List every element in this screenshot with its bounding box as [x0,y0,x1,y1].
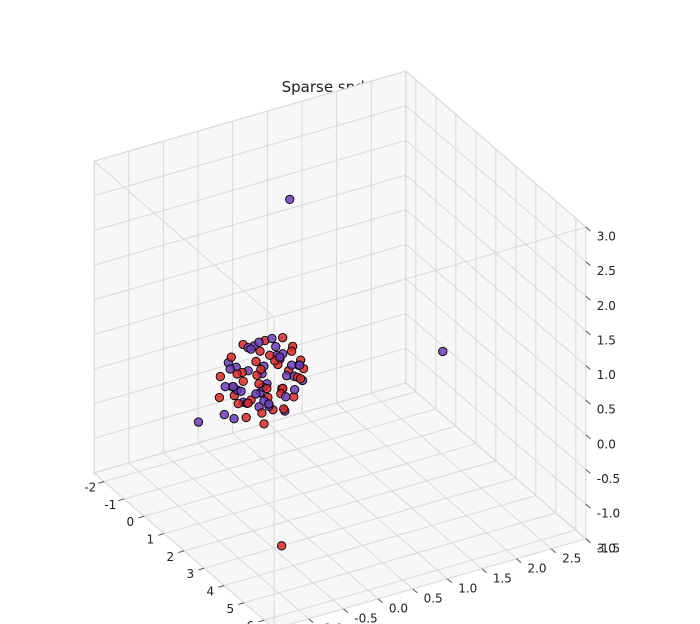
scatter-point [252,390,260,398]
scatter-point [257,365,265,373]
scatter-point [287,361,295,369]
scatter-point [237,387,245,395]
tick-label: 3.0 [597,229,616,243]
scatter-point [286,195,294,203]
scatter-point [234,399,242,407]
tick-label: 6 [246,619,254,624]
tick-label: -0.5 [354,611,377,624]
scatter-point [278,333,286,341]
scatter-point [255,338,263,346]
scatter-point [194,418,202,426]
scatter-point [266,351,274,359]
scatter-point [260,420,268,428]
scatter-point [233,370,241,378]
scatter-3d: -2 -1 012345 6 -1.5 -1.0 -0.5 0.0 0.5 1.0 1.5 2.0 2.… [0,0,700,624]
scatter-point [280,405,288,413]
scatter-point [272,342,280,350]
tick-label: -0.5 [597,472,620,486]
scatter-point [215,393,223,401]
tick-label: 3 [186,567,194,581]
tick-label: -1.0 [597,507,620,521]
scatter-point [263,384,271,392]
scatter-point [229,382,237,390]
scatter-point [287,347,295,355]
tick-label: 2.0 [527,561,546,575]
scatter-point [296,375,304,383]
tick-label: 2 [166,550,174,564]
tick-label: 1.5 [493,571,512,585]
scatter-point [255,380,263,388]
scatter-point [242,413,250,421]
scatter-point [230,414,238,422]
scatter-point [268,334,276,342]
scatter-point [221,382,229,390]
tick-label: -1.5 [597,541,620,555]
scatter-point [247,345,255,353]
tick-label: 1.0 [458,581,477,595]
scatter-point [277,542,285,550]
scatter-point [290,385,298,393]
tick-label: -2 [84,481,96,495]
scatter-point [227,353,235,361]
tick-label: -1 [104,498,116,512]
tick-label: 0 [126,515,134,529]
tick-label: 1 [146,533,154,547]
scatter-point [216,372,224,380]
scatter-point [295,361,303,369]
scatter-point [282,393,290,401]
tick-label: 0.5 [597,403,616,417]
tick-label: 0.5 [424,591,443,605]
scatter-point [276,353,284,361]
tick-label: 0.0 [389,601,408,615]
tick-label: 5 [226,602,234,616]
figure: Sparse spd matrix -2-10123456-1.5-1.0-0.… [0,0,700,624]
scatter-point [265,400,273,408]
tick-label: 2.5 [562,551,581,565]
tick-label: 2.5 [597,264,616,278]
scatter-point [282,372,290,380]
scatter-point [239,377,247,385]
scatter-point [258,409,266,417]
tick-label: 4 [206,585,214,599]
scatter-point [439,347,447,355]
scatter-point [220,410,228,418]
scatter-point [252,357,260,365]
scatter-point [244,399,252,407]
tick-label: 1.5 [597,333,616,347]
tick-label: 2.0 [597,299,616,313]
tick-label: 1.0 [597,368,616,382]
tick-label: 0.0 [597,437,616,451]
